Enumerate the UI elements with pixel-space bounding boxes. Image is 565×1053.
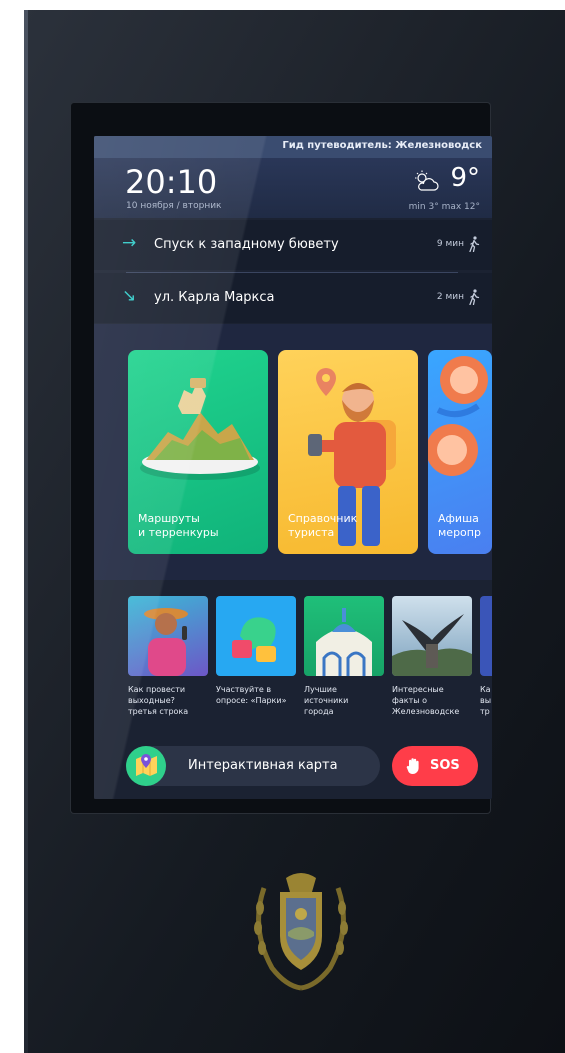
news-thumbnail bbox=[128, 596, 208, 676]
map-button-label: Интерактивная карта bbox=[188, 758, 338, 773]
walking-person-icon bbox=[469, 289, 480, 305]
partly-cloudy-icon bbox=[415, 170, 439, 191]
clock-time: 20:10 bbox=[125, 163, 218, 201]
news-caption: Ка вы тр bbox=[480, 685, 492, 716]
temperature-range: min 3° max 12° bbox=[408, 202, 480, 212]
card-label: Маршруты и терренкуры bbox=[138, 512, 219, 539]
temperature: 9° bbox=[450, 163, 480, 193]
poll-illustration bbox=[232, 617, 276, 662]
news-item[interactable]: Участвуйте в опросе: «Парки» bbox=[216, 596, 296, 706]
event-illustration bbox=[428, 356, 488, 476]
clock-date: 10 ноября / вторник bbox=[126, 201, 222, 211]
news-thumbnail bbox=[304, 596, 384, 676]
map-icon bbox=[126, 746, 166, 786]
interactive-map-button[interactable]: Интерактивная карта bbox=[126, 746, 380, 786]
news-thumbnail bbox=[480, 596, 492, 676]
coat-of-arms-emblem bbox=[254, 873, 348, 991]
feature-cards: Маршруты и терренкуры Справочник туриста… bbox=[94, 324, 492, 580]
news-caption: Участвуйте в опросе: «Парки» bbox=[216, 685, 287, 705]
arrow-right-icon: → bbox=[122, 233, 137, 253]
news-caption: Лучшие источники города bbox=[304, 685, 349, 716]
news-item[interactable]: Лучшие источники города bbox=[304, 596, 384, 717]
news-item[interactable]: Интересные факты о Железноводске bbox=[392, 596, 472, 717]
card-label: Афиша меропр bbox=[438, 512, 481, 539]
mountain-landscape-icon bbox=[140, 378, 260, 480]
kiosk-screen: Гид путеводитель: Железноводск 20:10 10 … bbox=[94, 136, 492, 799]
bottom-bar: Интерактивная карта SOS bbox=[94, 734, 492, 799]
news-thumbnail bbox=[216, 596, 296, 676]
musician-image bbox=[144, 608, 188, 676]
sos-button[interactable]: SOS bbox=[392, 746, 478, 786]
hand-icon bbox=[406, 758, 419, 774]
app-title: Гид путеводитель: Железноводск bbox=[282, 140, 482, 151]
header-bar: Гид путеводитель: Железноводск bbox=[94, 136, 492, 158]
arrow-down-right-icon: ↘ bbox=[122, 286, 137, 306]
sos-label: SOS bbox=[430, 758, 460, 773]
card-tourist-guide[interactable]: Справочник туриста bbox=[278, 350, 418, 554]
news-item[interactable]: Как провести выходные? третья строка bbox=[128, 596, 208, 717]
pavilion-image bbox=[316, 608, 372, 676]
news-caption: Как провести выходные? третья строка bbox=[128, 685, 189, 716]
news-thumbnail bbox=[392, 596, 472, 676]
route-item[interactable]: ↘ ул. Карла Маркса 2 мин bbox=[94, 273, 492, 323]
route-duration: 9 мин bbox=[436, 239, 464, 249]
card-routes[interactable]: Маршруты и терренкуры bbox=[128, 350, 268, 554]
card-events[interactable]: Афиша меропр bbox=[428, 350, 492, 554]
walking-person-icon bbox=[469, 236, 480, 252]
eagle-statue-image bbox=[392, 614, 472, 676]
news-strip: Как провести выходные? третья строка Уча… bbox=[94, 584, 492, 734]
route-label: ул. Карла Маркса bbox=[154, 290, 275, 305]
news-item[interactable]: Ка вы тр bbox=[480, 596, 492, 717]
news-caption: Интересные факты о Железноводске bbox=[392, 685, 460, 716]
route-label: Спуск к западному бювету bbox=[154, 237, 339, 252]
route-duration: 2 мин bbox=[436, 292, 464, 302]
route-item[interactable]: → Спуск к западному бювету 9 мин bbox=[94, 220, 492, 270]
card-label: Справочник туриста bbox=[288, 512, 358, 539]
